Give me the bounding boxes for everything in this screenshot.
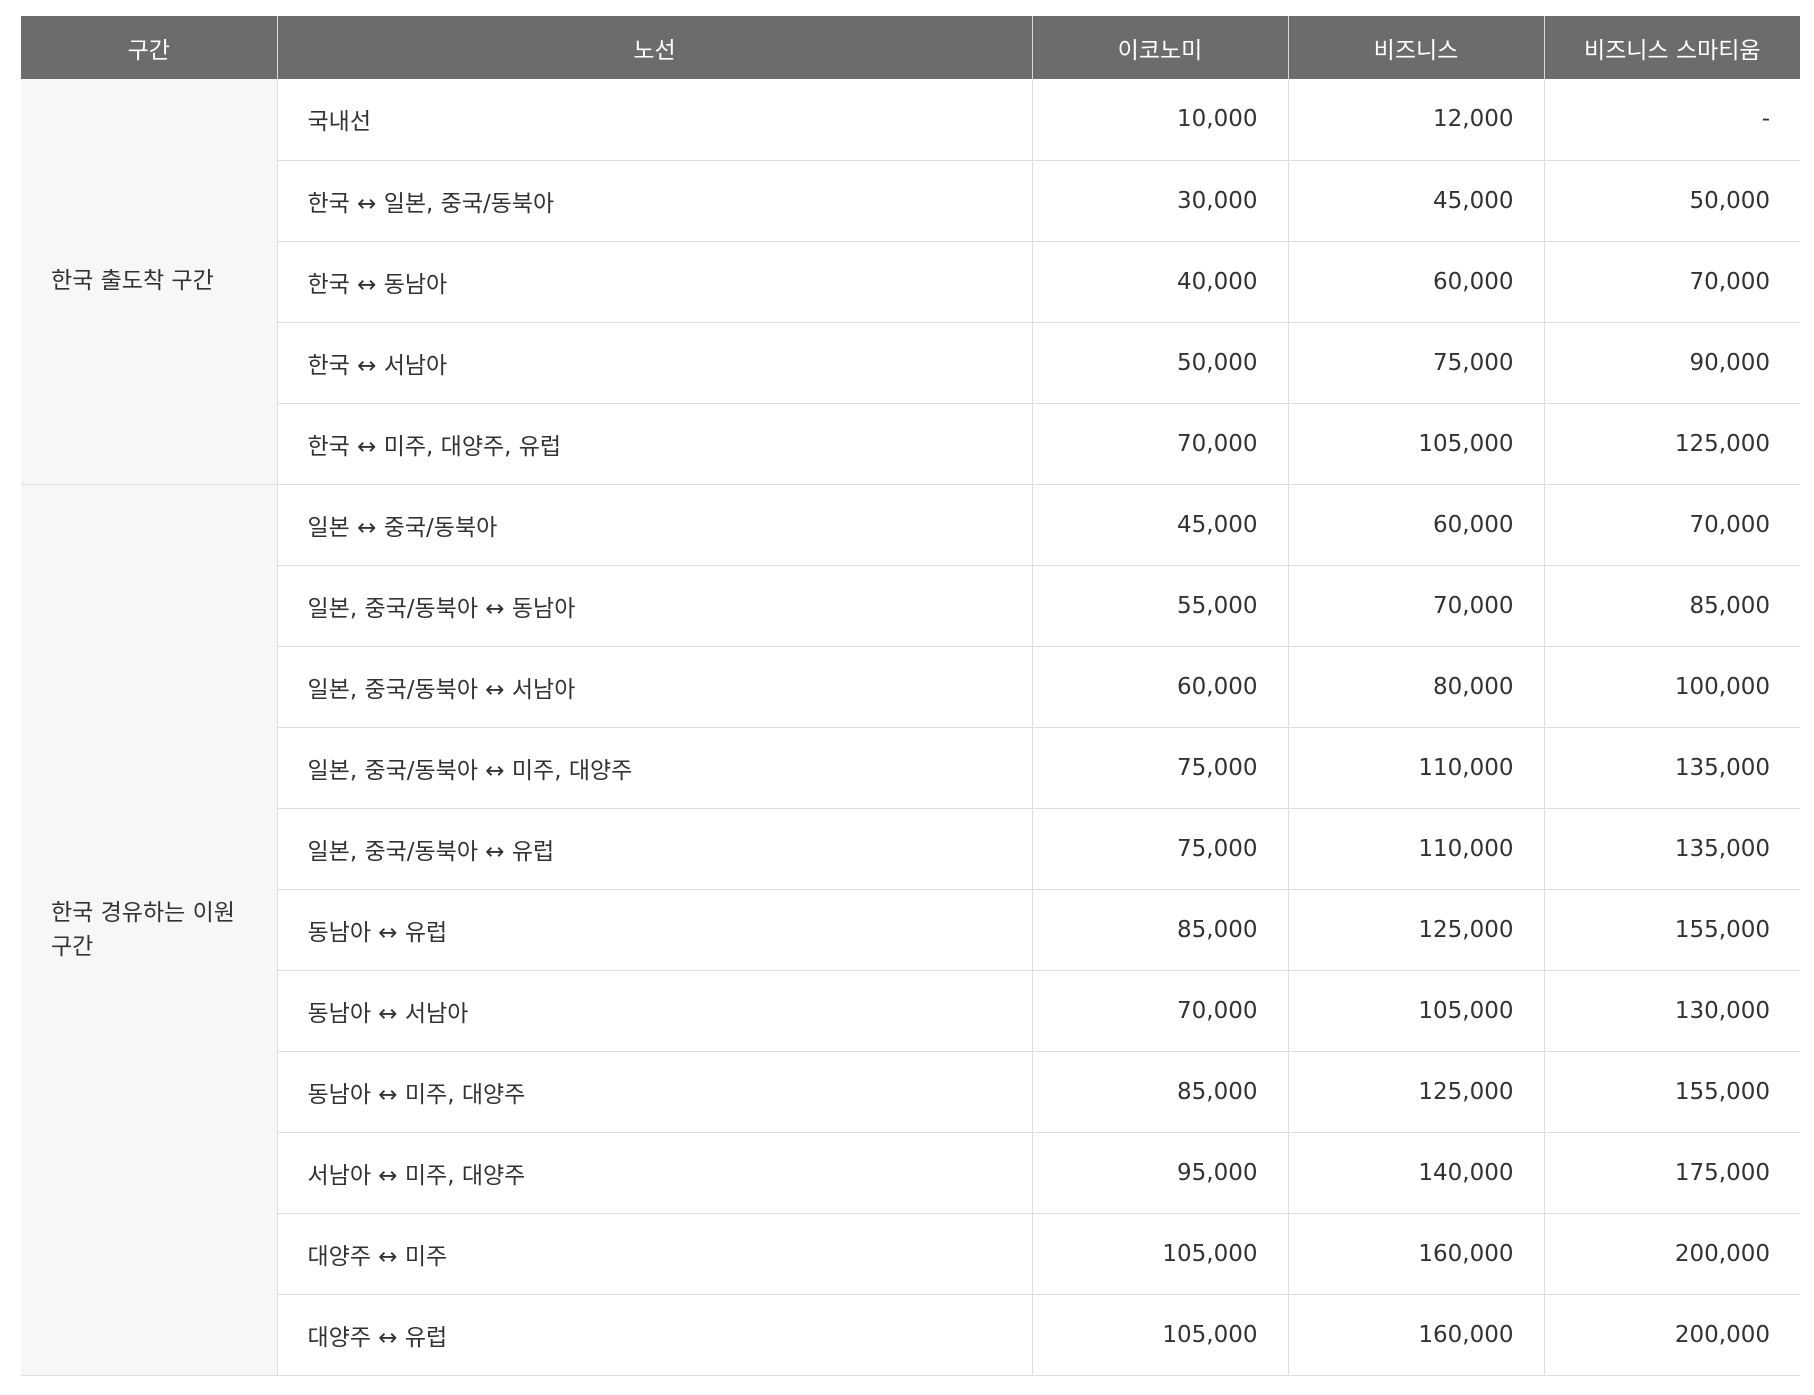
economy-fare-cell: 45,000 — [1031, 484, 1288, 566]
economy-fare-cell: 50,000 — [1031, 322, 1288, 404]
route-cell: 동남아 ↔ 서남아 — [276, 970, 1032, 1052]
smartium-fare-cell: 70,000 — [1543, 484, 1800, 566]
business-fare-cell: 140,000 — [1287, 1132, 1544, 1214]
economy-fare-cell: 105,000 — [1031, 1213, 1288, 1295]
economy-fare-cell: 105,000 — [1031, 1294, 1288, 1376]
table-row: 한국 ↔ 동남아 40,000 60,000 70,000 — [21, 241, 1800, 323]
business-fare-cell: 110,000 — [1287, 727, 1544, 809]
smartium-fare-cell: 130,000 — [1543, 970, 1800, 1052]
fare-table: 구간 노선 이코노미 비즈니스 비즈니스 스마티움 한국 출도착 구간 국내선 10… — [21, 16, 1800, 1376]
business-fare-cell: 125,000 — [1287, 889, 1544, 971]
route-cell: 동남아 ↔ 유럽 — [276, 889, 1032, 971]
business-fare-cell: 70,000 — [1287, 565, 1544, 647]
route-cell: 국내선 — [276, 79, 1032, 161]
economy-fare-cell: 10,000 — [1031, 79, 1288, 161]
route-cell: 한국 ↔ 일본, 중국/동북아 — [276, 160, 1032, 242]
table-row: 한국 출도착 구간 국내선 10,000 12,000- — [21, 79, 1800, 485]
route-cell: 일본, 중국/동북아 ↔ 미주, 대양주 — [276, 727, 1032, 809]
economy-fare-cell: 85,000 — [1031, 1051, 1288, 1133]
smartium-fare-cell: 155,000 — [1543, 1051, 1800, 1133]
route-cell: 동남아 ↔ 미주, 대양주 — [276, 1051, 1032, 1133]
table-row: 동남아 ↔ 미주, 대양주 85,000 125,000 155,000 — [21, 1051, 1800, 1133]
business-fare-cell: 60,000 — [1287, 241, 1544, 323]
economy-fare-cell: 60,000 — [1031, 646, 1288, 728]
route-cell: 한국 ↔ 미주, 대양주, 유럽 — [276, 403, 1032, 485]
table-row: 한국 ↔ 일본, 중국/동북아 30,000 45,000 50,000 — [21, 160, 1800, 242]
economy-fare-cell: 95,000 — [1031, 1132, 1288, 1214]
route-cell: 일본 ↔ 중국/동북아 — [276, 484, 1032, 566]
section-label: 한국 경유하는 이원구간 — [21, 484, 277, 1376]
table-row: 한국 ↔ 서남아 50,000 75,000 90,000 — [21, 322, 1800, 404]
route-cell: 대양주 ↔ 유럽 — [276, 1294, 1032, 1376]
route-cell: 한국 ↔ 서남아 — [276, 322, 1032, 404]
table-body: 한국 출도착 구간 국내선 10,000 12,000- 한국 ↔ 일본, 중국/동북아… — [21, 79, 1800, 1376]
section-label: 한국 출도착 구간 — [21, 79, 277, 485]
table-row: 서남아 ↔ 미주, 대양주 95,000 140,000 175,000 — [21, 1132, 1800, 1214]
smartium-fare-cell: 125,000 — [1543, 403, 1800, 485]
smartium-fare-cell: 155,000 — [1543, 889, 1800, 971]
business-fare-cell: 60,000 — [1287, 484, 1544, 566]
smartium-fare-cell: - — [1543, 79, 1800, 161]
route-cell: 일본, 중국/동북아 ↔ 유럽 — [276, 808, 1032, 890]
smartium-fare-cell: 175,000 — [1543, 1132, 1800, 1214]
business-fare-cell: 110,000 — [1287, 808, 1544, 890]
table-row: 한국 경유하는 이원구간 일본 ↔ 중국/동북아 45,000 60,000 70,00… — [21, 484, 1800, 1376]
economy-fare-cell: 70,000 — [1031, 403, 1288, 485]
header-route: 노선 — [276, 16, 1032, 79]
route-cell: 일본, 중국/동북아 ↔ 서남아 — [276, 646, 1032, 728]
economy-fare-cell: 75,000 — [1031, 808, 1288, 890]
smartium-fare-cell: 135,000 — [1543, 727, 1800, 809]
table-row: 동남아 ↔ 유럽 85,000 125,000 155,000 — [21, 889, 1800, 971]
business-fare-cell: 105,000 — [1287, 403, 1544, 485]
table-header: 구간 노선 이코노미 비즈니스 비즈니스 스마티움 — [21, 16, 1800, 79]
header-section: 구간 — [21, 16, 277, 79]
business-fare-cell: 160,000 — [1287, 1294, 1544, 1376]
smartium-fare-cell: 200,000 — [1543, 1213, 1800, 1295]
smartium-fare-cell: 50,000 — [1543, 160, 1800, 242]
economy-fare-cell: 70,000 — [1031, 970, 1288, 1052]
economy-fare-cell: 40,000 — [1031, 241, 1288, 323]
table-row: 대양주 ↔ 유럽 105,000 160,000 200,000 — [21, 1294, 1800, 1376]
smartium-fare-cell: 85,000 — [1543, 565, 1800, 647]
business-fare-cell: 105,000 — [1287, 970, 1544, 1052]
header-business-smartium: 비즈니스 스마티움 — [1543, 16, 1800, 79]
header-row: 구간 노선 이코노미 비즈니스 비즈니스 스마티움 — [21, 16, 1800, 79]
route-cell: 한국 ↔ 동남아 — [276, 241, 1032, 323]
route-cell: 일본, 중국/동북아 ↔ 동남아 — [276, 565, 1032, 647]
economy-fare-cell: 30,000 — [1031, 160, 1288, 242]
table-row: 대양주 ↔ 미주 105,000 160,000 200,000 — [21, 1213, 1800, 1295]
route-cell: 서남아 ↔ 미주, 대양주 — [276, 1132, 1032, 1214]
table-row: 일본, 중국/동북아 ↔ 동남아 55,000 70,000 85,000 — [21, 565, 1800, 647]
table-row: 한국 ↔ 미주, 대양주, 유럽 70,000 105,000 125,000 — [21, 403, 1800, 485]
economy-fare-cell: 75,000 — [1031, 727, 1288, 809]
smartium-fare-cell: 90,000 — [1543, 322, 1800, 404]
smartium-fare-cell: 100,000 — [1543, 646, 1800, 728]
route-cell: 대양주 ↔ 미주 — [276, 1213, 1032, 1295]
table-row: 일본, 중국/동북아 ↔ 서남아 60,000 80,000 100,000 — [21, 646, 1800, 728]
header-business: 비즈니스 — [1287, 16, 1544, 79]
business-fare-cell: 160,000 — [1287, 1213, 1544, 1295]
table-row: 일본, 중국/동북아 ↔ 유럽 75,000 110,000 135,000 — [21, 808, 1800, 890]
business-fare-cell: 80,000 — [1287, 646, 1544, 728]
smartium-fare-cell: 200,000 — [1543, 1294, 1800, 1376]
header-economy: 이코노미 — [1031, 16, 1288, 79]
economy-fare-cell: 85,000 — [1031, 889, 1288, 971]
business-fare-cell: 45,000 — [1287, 160, 1544, 242]
business-fare-cell: 75,000 — [1287, 322, 1544, 404]
economy-fare-cell: 55,000 — [1031, 565, 1288, 647]
table-row: 일본, 중국/동북아 ↔ 미주, 대양주 75,000 110,000 135,000 — [21, 727, 1800, 809]
smartium-fare-cell: 135,000 — [1543, 808, 1800, 890]
business-fare-cell: 125,000 — [1287, 1051, 1544, 1133]
table-row: 동남아 ↔ 서남아 70,000 105,000 130,000 — [21, 970, 1800, 1052]
smartium-fare-cell: 70,000 — [1543, 241, 1800, 323]
business-fare-cell: 12,000 — [1287, 79, 1544, 161]
